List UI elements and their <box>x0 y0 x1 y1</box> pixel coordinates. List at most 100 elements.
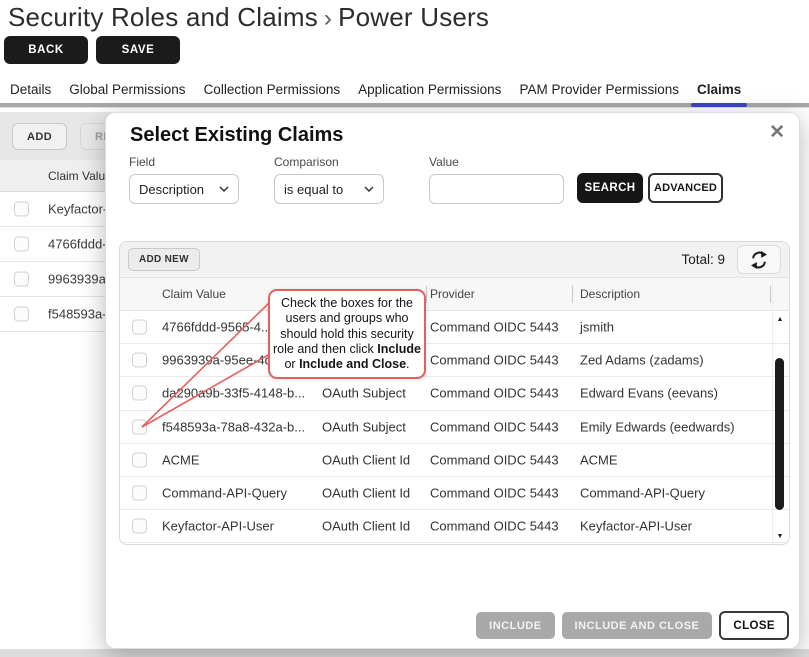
column-divider <box>772 278 773 544</box>
grid-header-row: Claim Value Claim Type Provider Descript… <box>120 278 789 311</box>
add-button[interactable]: ADD <box>12 123 67 150</box>
row-checkbox[interactable] <box>132 486 147 501</box>
tab-global-permissions[interactable]: Global Permissions <box>69 82 185 103</box>
annotation-bold-include: Include <box>377 342 421 356</box>
comparison-select-value: is equal to <box>284 182 343 197</box>
add-new-button[interactable]: ADD NEW <box>128 248 200 271</box>
close-button[interactable]: CLOSE <box>719 611 789 640</box>
table-row: 4766fddd-9565-4... OAuth Subject Command… <box>120 311 789 344</box>
close-icon[interactable]: ✕ <box>769 121 785 144</box>
search-button[interactable]: SEARCH <box>577 173 643 203</box>
select-existing-claims-dialog: Select Existing Claims ✕ Field Descripti… <box>105 112 800 649</box>
comparison-filter-group: Comparison is equal to <box>274 155 384 204</box>
claim-value-cell: 4766fddd- <box>48 237 107 252</box>
comparison-select[interactable]: is equal to <box>274 174 384 204</box>
row-checkbox[interactable] <box>132 519 147 534</box>
include-button[interactable]: INCLUDE <box>476 612 554 639</box>
table-row: ACME OAuth Client Id Command OIDC 5443 A… <box>120 444 789 477</box>
row-checkbox[interactable] <box>14 307 29 322</box>
claim-type-cell: OAuth Subject <box>322 419 406 434</box>
chevron-down-icon <box>364 186 374 192</box>
provider-cell: Command OIDC 5443 <box>430 353 559 368</box>
advanced-button[interactable]: ADVANCED <box>648 173 723 203</box>
page-footer-strip <box>0 649 809 657</box>
table-scrollbar[interactable]: ▲ ▼ <box>774 316 786 540</box>
table-row: 9963939a-95ee-4d... OAuth Subject Comman… <box>120 344 789 377</box>
provider-cell: Command OIDC 5443 <box>430 320 559 335</box>
claim-value-cell: ACME <box>162 452 200 467</box>
provider-cell: Command OIDC 5443 <box>430 486 559 501</box>
description-cell: jsmith <box>580 320 614 335</box>
app-root: Security Roles and Claims›Power Users BA… <box>0 0 809 657</box>
grid-toolbar: ADD NEW Total: 9 <box>120 242 789 278</box>
back-button[interactable]: BACK <box>4 36 88 64</box>
save-button[interactable]: SAVE <box>96 36 180 64</box>
annotation-text: or <box>284 357 299 371</box>
tab-pam-provider-permissions[interactable]: PAM Provider Permissions <box>519 82 679 103</box>
breadcrumb-current: Power Users <box>338 2 489 32</box>
row-checkbox[interactable] <box>132 386 147 401</box>
tab-application-permissions[interactable]: Application Permissions <box>358 82 501 103</box>
provider-cell: Command OIDC 5443 <box>430 419 559 434</box>
scroll-up-icon[interactable]: ▲ <box>774 316 786 323</box>
tab-collection-permissions[interactable]: Collection Permissions <box>204 82 341 103</box>
column-claim-value: Claim Value <box>48 169 112 183</box>
chevron-down-icon <box>219 186 229 192</box>
annotation-callout: Check the boxes for the users and groups… <box>268 289 426 379</box>
row-checkbox[interactable] <box>132 320 147 335</box>
claims-grid: ADD NEW Total: 9 Claim Value Claim Type … <box>119 241 790 545</box>
breadcrumb-separator-icon: › <box>318 5 338 32</box>
claim-value-cell: Command-API-Query <box>162 486 287 501</box>
description-cell: ACME <box>580 452 618 467</box>
refresh-icon <box>749 250 769 270</box>
description-cell: Zed Adams (zadams) <box>580 353 704 368</box>
value-label: Value <box>429 155 564 169</box>
dialog-title: Select Existing Claims <box>130 124 343 147</box>
table-row: Keyfactor-API-User OAuth Client Id Comma… <box>120 510 789 543</box>
claim-value-cell: Keyfactor-API-User <box>162 519 274 534</box>
description-cell: Edward Evans (eevans) <box>580 386 718 401</box>
row-checkbox[interactable] <box>132 419 147 434</box>
row-checkbox[interactable] <box>132 452 147 467</box>
claim-value-cell: 9963939a-95ee-4d... <box>162 353 283 368</box>
description-cell: Emily Edwards (eedwards) <box>580 419 735 434</box>
row-checkbox[interactable] <box>14 237 29 252</box>
provider-cell: Command OIDC 5443 <box>430 452 559 467</box>
column-claim-value: Claim Value <box>162 287 226 301</box>
tab-details[interactable]: Details <box>10 82 51 103</box>
claim-type-cell: OAuth Subject <box>322 386 406 401</box>
scroll-down-icon[interactable]: ▼ <box>774 533 786 540</box>
column-divider <box>770 286 771 303</box>
claim-value-cell: Keyfactor- <box>48 202 107 217</box>
field-select-value: Description <box>139 182 204 197</box>
row-checkbox[interactable] <box>14 202 29 217</box>
provider-cell: Command OIDC 5443 <box>430 519 559 534</box>
claim-value-cell: f548593a- <box>48 307 107 322</box>
header-actions: BACK SAVE <box>4 36 180 64</box>
value-input[interactable] <box>429 174 564 204</box>
claim-value-cell: da290a9b-33f5-4148-b... <box>162 386 305 401</box>
column-divider <box>426 286 427 303</box>
tab-claims[interactable]: Claims <box>697 82 741 103</box>
field-select[interactable]: Description <box>129 174 239 204</box>
scrollbar-thumb[interactable] <box>775 358 784 510</box>
row-checkbox[interactable] <box>14 272 29 287</box>
claim-type-cell: OAuth Client Id <box>322 519 410 534</box>
tab-bar: Details Global Permissions Collection Pe… <box>10 82 741 103</box>
annotation-text: . <box>406 357 409 371</box>
claim-type-cell: OAuth Client Id <box>322 452 410 467</box>
dialog-footer: INCLUDE INCLUDE AND CLOSE CLOSE <box>476 611 789 640</box>
field-label: Field <box>129 155 239 169</box>
row-checkbox[interactable] <box>132 353 147 368</box>
comparison-label: Comparison <box>274 155 384 169</box>
include-and-close-button[interactable]: INCLUDE AND CLOSE <box>562 612 713 639</box>
table-row: f548593a-78a8-432a-b... OAuth Subject Co… <box>120 411 789 444</box>
column-provider: Provider <box>430 287 475 301</box>
column-divider <box>572 286 573 303</box>
claim-value-cell: 4766fddd-9565-4... <box>162 320 272 335</box>
refresh-button[interactable] <box>737 245 781 274</box>
breadcrumb-root: Security Roles and Claims <box>8 2 318 32</box>
tabs-divider <box>0 103 809 107</box>
value-filter-group: Value <box>429 155 564 204</box>
claim-value-cell: 9963939a- <box>48 272 110 287</box>
